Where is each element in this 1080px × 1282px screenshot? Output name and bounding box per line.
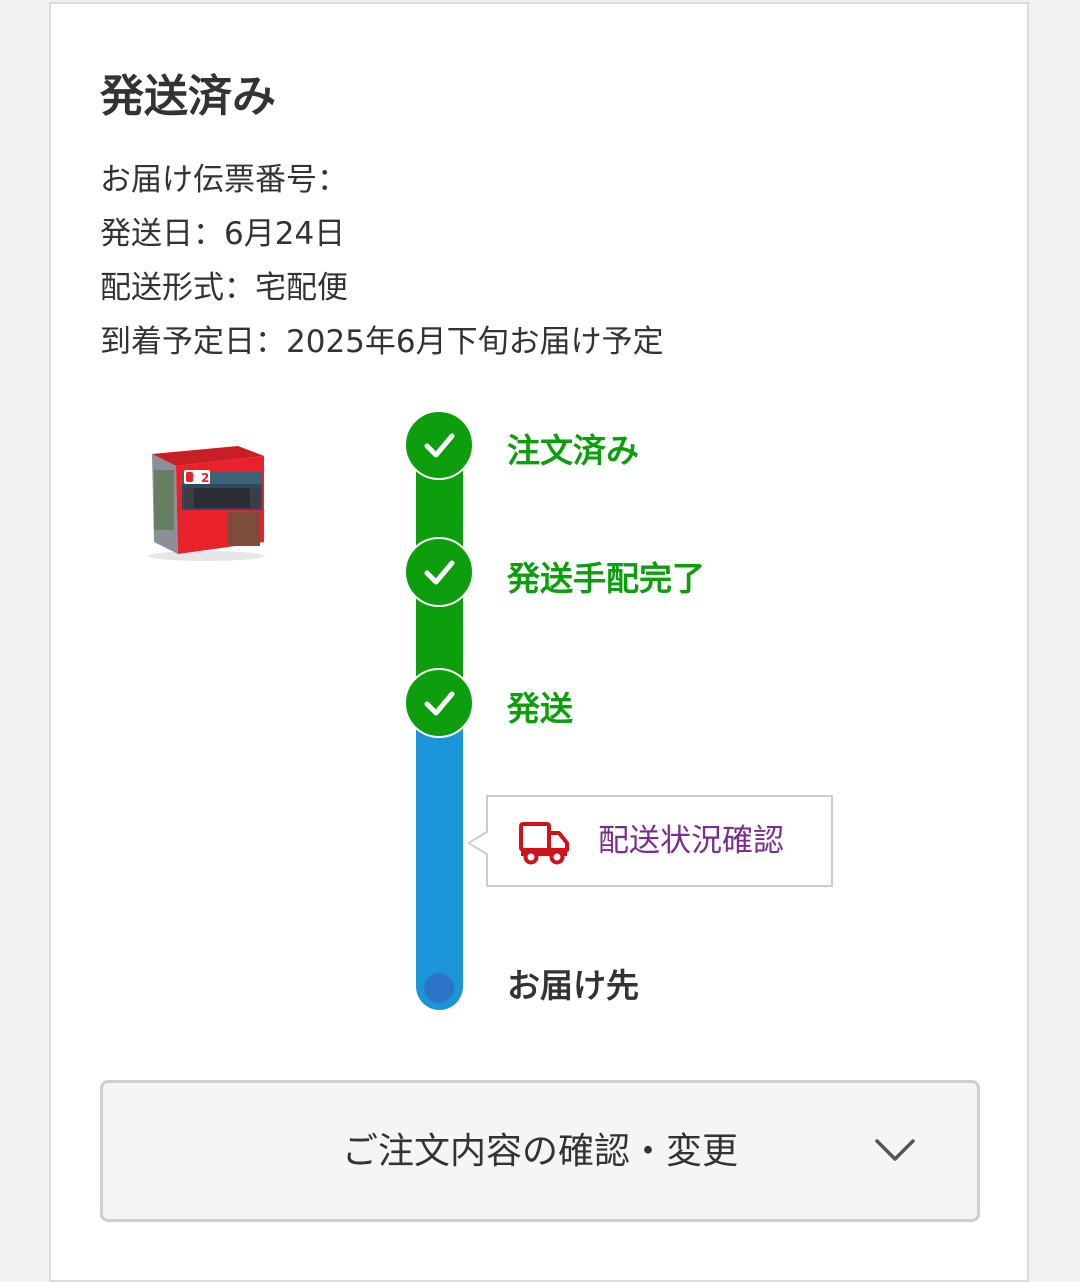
destination-label: お届け先 xyxy=(507,966,639,1005)
tracking-status-label: 配送状況確認 xyxy=(598,823,784,859)
step-shipped-check-icon xyxy=(404,668,474,738)
page-title: 発送済み xyxy=(100,71,276,122)
chevron-down-icon xyxy=(875,1139,915,1161)
step-arranged-check-icon xyxy=(404,537,474,607)
ship-date-line: 発送日：6月24日 xyxy=(100,216,346,252)
step-ordered-check-icon xyxy=(404,410,474,480)
step-shipped-label: 発送 xyxy=(507,689,573,728)
timeline-track-in-transit xyxy=(416,730,463,1010)
destination-dot xyxy=(424,973,454,1003)
product-image[interactable]: 2 xyxy=(128,440,278,565)
order-detail-toggle[interactable]: ご注文内容の確認・変更 xyxy=(100,1080,980,1222)
estimated-arrival-line: 到着予定日：2025年6月下旬お届け予定 xyxy=(100,324,664,360)
tracking-status-button[interactable]: 配送状況確認 xyxy=(467,795,833,887)
step-ordered-label: 注文済み xyxy=(507,431,639,470)
tracking-number-line: お届け伝票番号： xyxy=(100,162,348,198)
order-detail-label: ご注文内容の確認・変更 xyxy=(341,1131,738,1172)
product-box-number: 2 xyxy=(201,471,209,485)
truck-icon xyxy=(519,822,569,865)
delivery-method-line: 配送形式：宅配便 xyxy=(100,270,348,306)
step-arranged-label: 発送手配完了 xyxy=(507,559,705,598)
